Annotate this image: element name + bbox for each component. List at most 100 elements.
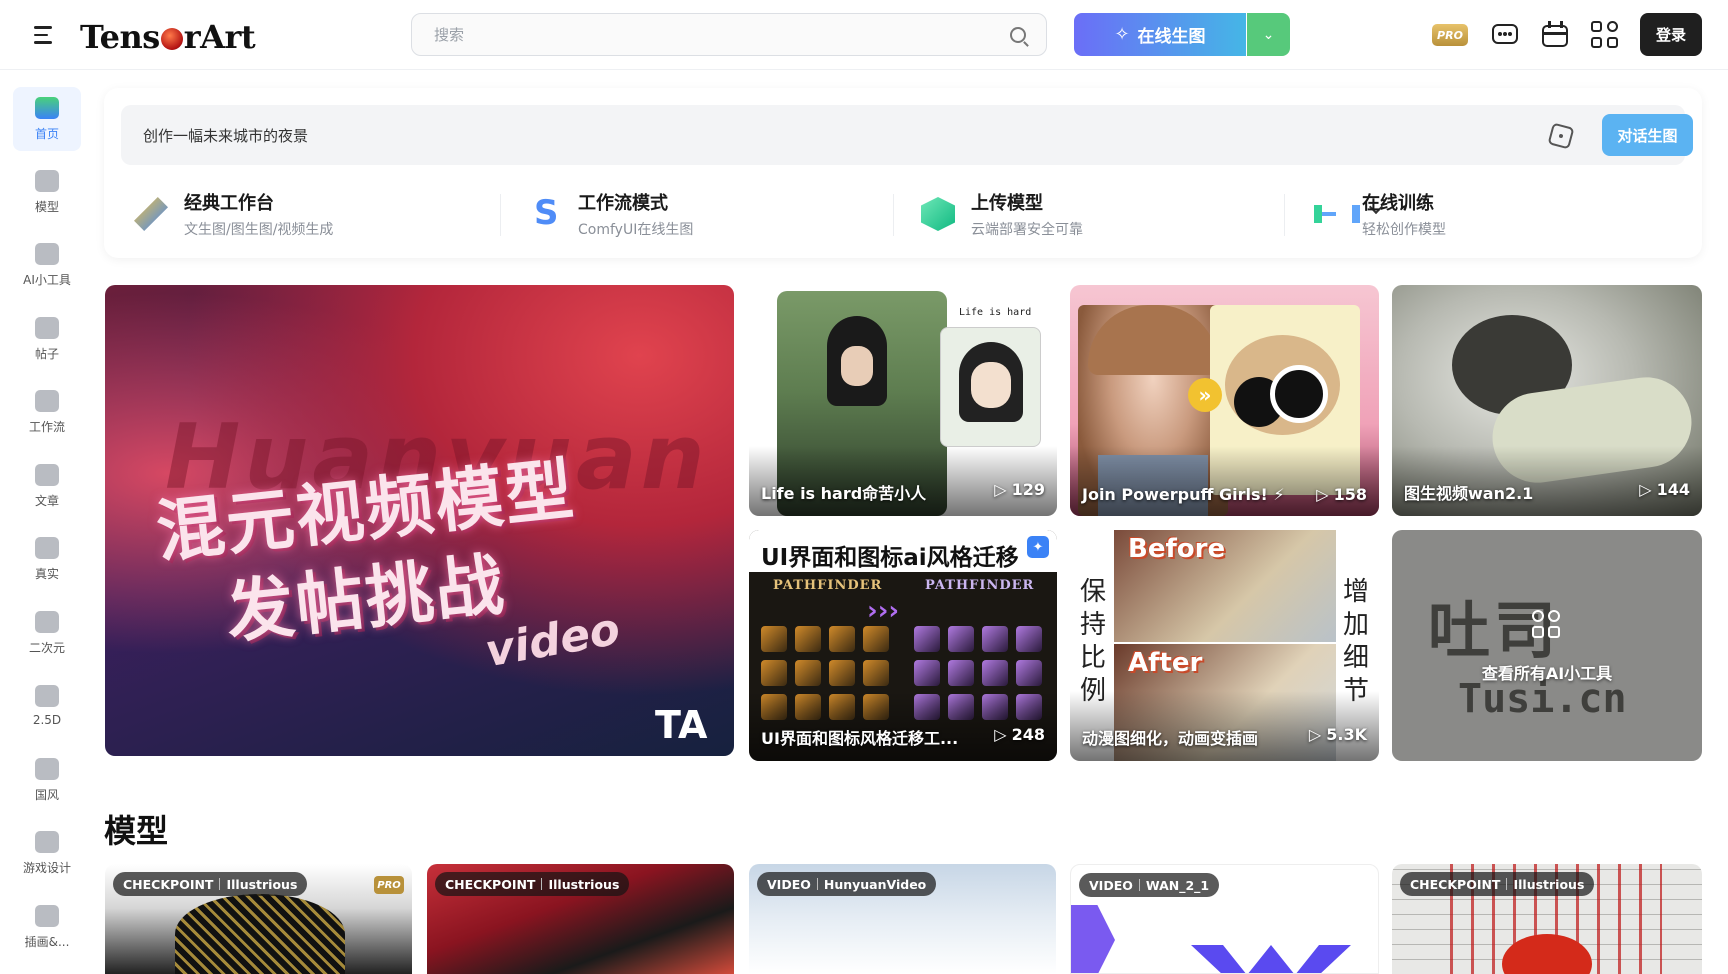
model-type: CHECKPOINT [123, 876, 214, 892]
sidebar-item-anime[interactable]: 二次元 [13, 601, 81, 665]
model-base: Illustrious [1513, 876, 1585, 892]
after-label: After [1128, 648, 1203, 678]
anime-icon [35, 610, 59, 633]
message-icon[interactable] [1490, 20, 1520, 50]
sidebar-item-home[interactable]: 首页 [13, 87, 81, 151]
tool-card-anime-refine[interactable]: 保持比例 Before After 增加细节 动漫图细化，动画变插画 5.3K [1070, 530, 1379, 761]
card-title: UI界面和图标风格迁移工... [761, 729, 959, 748]
sidebar-item-articles[interactable]: 文章 [13, 454, 81, 518]
cube-icon [35, 169, 59, 192]
magic-wand-icon: ✧ [1114, 24, 1130, 45]
sidebar-item-label: 文章 [34, 493, 59, 508]
model-card[interactable]: VIDEO HunyuanVideo [749, 864, 1056, 974]
card-view-count: 129 [994, 480, 1045, 504]
sidebar-item-2-5d[interactable]: 2.5D [13, 674, 81, 738]
search-box[interactable] [411, 13, 1047, 56]
top-header: Tens rArt ✧ 在线生图 ⌄ PRO 登录 [0, 0, 1728, 70]
sidebar-item-label: 真实 [34, 566, 59, 581]
card-title: Life is hard命苦小人 [761, 484, 927, 503]
camera-icon [35, 536, 59, 559]
quick-action-classic-workbench[interactable]: 经典工作台 文生图/图生图/视频生成 [134, 188, 333, 240]
model-type: VIDEO [1089, 877, 1133, 893]
sidebar-item-label: 国风 [34, 787, 59, 802]
logo-text-start: Tens [80, 18, 160, 56]
card-title: Join Powerpuff Girls! ⚡ [1082, 485, 1285, 504]
quick-action-upload-model[interactable]: 上传模型 云端部署安全可靠 [893, 188, 1083, 240]
hunyuan-video-challenge-banner[interactable]: Huanyuan 混元视频模型 发帖挑战 video TA [105, 285, 734, 756]
menu-toggle-icon[interactable] [34, 22, 62, 48]
sidebar-item-label: 工作流 [28, 419, 65, 434]
magic-wand-icon [134, 197, 168, 231]
model-base: HunyuanVideo [823, 876, 927, 892]
workflow-s-icon [528, 193, 562, 233]
sidebar-item-ai-tools[interactable]: AI小工具 [13, 233, 81, 297]
pro-badge[interactable]: PRO [1432, 24, 1468, 46]
random-dice-icon[interactable] [1547, 122, 1575, 150]
sidebar-item-workflow[interactable]: 工作流 [13, 380, 81, 444]
search-input[interactable] [412, 14, 1046, 55]
quick-action-title: 工作流模式 [578, 193, 668, 214]
calendar-icon[interactable] [1540, 20, 1570, 50]
model-thumbnail [175, 894, 345, 974]
model-type-tag: CHECKPOINT Illustrious [113, 872, 308, 896]
ufo-icon [35, 685, 59, 707]
models-section-title: 模型 [104, 812, 169, 850]
sidebar-item-label: 二次元 [28, 640, 65, 655]
dumbbell-icon [1312, 197, 1360, 231]
sidebar-item-label: 2.5D [32, 713, 62, 727]
model-card[interactable]: CHECKPOINT Illustrious [1392, 864, 1702, 974]
illustration-icon [35, 904, 59, 927]
cube-icon [921, 197, 955, 231]
quick-action-subtitle: ComfyUI在线生图 [578, 222, 694, 238]
sidebar-item-illustration[interactable]: 插画&... [13, 895, 81, 959]
dialog-generate-button[interactable]: 对话生图 [1602, 114, 1693, 156]
model-type: CHECKPOINT [1410, 876, 1501, 892]
model-card[interactable]: VIDEO WAN_2_1 [1070, 864, 1379, 974]
model-type-tag: CHECKPOINT Illustrious [435, 872, 630, 896]
tool-card-powerpuff[interactable]: » Join Powerpuff Girls! ⚡ 158 [1070, 285, 1379, 516]
apps-grid-icon[interactable] [1590, 20, 1620, 50]
model-type: VIDEO [767, 876, 811, 892]
sidebar-item-models[interactable]: 模型 [13, 160, 81, 224]
card-view-count: 5.3K [1309, 725, 1367, 749]
sparkle-icon: ✦ [1027, 536, 1049, 558]
view-all-ai-tools-card[interactable]: 吐司 Tusi.cn 查看所有AI小工具 [1392, 530, 1702, 761]
card-view-count: 144 [1639, 480, 1690, 504]
search-icon[interactable] [1010, 27, 1026, 43]
model-card[interactable]: CHECKPOINT Illustrious PRO [105, 864, 412, 974]
model-type-tag: VIDEO WAN_2_1 [1079, 873, 1220, 897]
sidebar-item-label: 游戏设计 [22, 860, 71, 875]
card-title: 图生视频wan2.1 [1404, 484, 1534, 503]
quick-action-online-training[interactable]: 在线训练 轻松创作模型 [1284, 188, 1446, 240]
model-base: Illustrious [226, 876, 298, 892]
tool-card-life-is-hard[interactable]: Life is hard Life is hard命苦小人 129 [749, 285, 1057, 516]
online-generate-button[interactable]: ✧ 在线生图 [1074, 13, 1246, 56]
before-image: Before [1114, 530, 1336, 642]
quick-action-title: 经典工作台 [184, 193, 274, 214]
transfer-arrows-icon: ››› [867, 596, 900, 626]
prompt-input-text[interactable]: 创作一幅未来城市的夜景 [143, 125, 308, 146]
tool-card-ui-style-transfer[interactable]: UI界面和图标ai风格迁移 ✦ PATHFINDER PATHFINDER ››… [749, 530, 1057, 761]
ta-logo: TA [655, 703, 708, 747]
model-type-tag: VIDEO HunyuanVideo [757, 872, 937, 896]
card-side-text-right: 增加细节 [1342, 577, 1369, 706]
view-all-label: 查看所有AI小工具 [1481, 664, 1613, 683]
online-generate-label: 在线生图 [1137, 27, 1206, 47]
tensorart-logo[interactable]: Tens rArt [80, 18, 256, 56]
article-icon [35, 463, 59, 486]
quick-action-workflow-mode[interactable]: 工作流模式 ComfyUI在线生图 [499, 188, 694, 240]
prompt-bar[interactable]: 创作一幅未来城市的夜景 对话生图 [121, 105, 1693, 165]
sidebar-item-posts[interactable]: 帖子 [13, 307, 81, 371]
model-card[interactable]: CHECKPOINT Illustrious [427, 864, 734, 974]
pathfinder-logo-left: PATHFINDER [773, 578, 883, 593]
login-button[interactable]: 登录 [1640, 13, 1702, 56]
model-base: Illustrious [548, 876, 620, 892]
sidebar-item-realistic[interactable]: 真实 [13, 527, 81, 591]
tool-card-wan21[interactable]: 图生视频wan2.1 144 [1392, 285, 1702, 516]
sidebar-item-chinese-style[interactable]: 国风 [13, 748, 81, 812]
sidebar-item-game-design[interactable]: 游戏设计 [13, 821, 81, 885]
home-icon [35, 96, 59, 119]
logo-text-end: rArt [183, 18, 256, 56]
sidebar-item-label: 模型 [34, 199, 59, 214]
generate-dropdown-chevron-icon[interactable]: ⌄ [1247, 13, 1290, 56]
